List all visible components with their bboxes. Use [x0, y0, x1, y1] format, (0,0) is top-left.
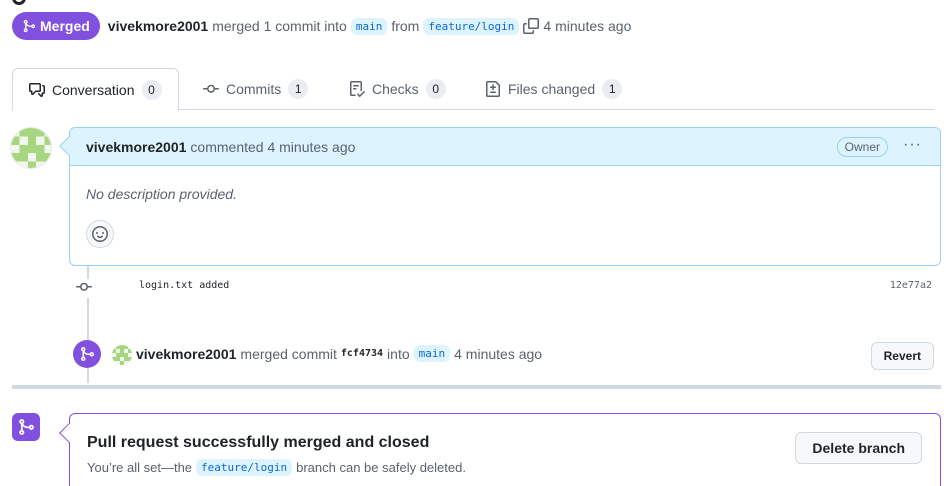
- avatar[interactable]: [10, 127, 52, 169]
- pr-tabs: Conversation 0 Commits 1 Checks 0 Files …: [12, 68, 934, 111]
- mini-avatar[interactable]: [112, 345, 132, 365]
- conversation-icon: [29, 82, 45, 97]
- tab-commits-count: 1: [288, 79, 309, 99]
- delete-branch-button[interactable]: Delete branch: [795, 432, 922, 464]
- tab-commits-label: Commits: [226, 81, 282, 97]
- comment-action: commented 4 minutes ago: [190, 138, 356, 155]
- checklist-icon: [350, 81, 365, 97]
- tab-commits[interactable]: Commits 1: [187, 68, 324, 110]
- git-merge-icon: [19, 419, 34, 435]
- merged-state-badge: Merged: [12, 12, 100, 40]
- merge-author-link[interactable]: vivekmore2001: [136, 346, 236, 362]
- git-merge-icon: [23, 19, 36, 33]
- identicon-image: [11, 128, 51, 168]
- merge-event-badge: [73, 340, 101, 368]
- tab-checks[interactable]: Checks 0: [333, 68, 462, 110]
- revert-button[interactable]: Revert: [870, 342, 934, 370]
- pr-author-link[interactable]: vivekmore2001: [108, 18, 208, 34]
- commit-icon: [76, 279, 92, 298]
- merge-time-ago: 4 minutes ago: [454, 345, 543, 362]
- merged-state-label: Merged: [40, 18, 90, 34]
- owner-badge: Owner: [836, 137, 888, 157]
- tab-checks-label: Checks: [372, 81, 419, 97]
- commit-icon: [203, 84, 219, 93]
- merge-event: vivekmore2001 merged commit fcf4734 into…: [73, 340, 934, 370]
- cut-off-heading-glyph: [12, 0, 26, 5]
- head-branch-label[interactable]: feature/login: [423, 17, 520, 35]
- pr-action-text: merged 1 commit into: [212, 18, 347, 34]
- tab-conversation[interactable]: Conversation 0: [12, 68, 179, 111]
- smiley-icon: [92, 226, 108, 242]
- merge-into-text: into: [387, 345, 410, 362]
- pr-time-ago: 4 minutes ago: [543, 18, 632, 34]
- pr-meta: vivekmore2001 merged 1 commit into main …: [108, 17, 632, 35]
- tab-conversation-count: 0: [141, 79, 162, 100]
- tab-conversation-label: Conversation: [52, 81, 135, 98]
- add-reaction-button[interactable]: [86, 220, 114, 248]
- tab-checks-count: 0: [425, 79, 446, 99]
- tab-files-changed-count: 1: [602, 79, 623, 99]
- merge-status-box: Pull request successfully merged and clo…: [59, 413, 941, 486]
- merge-status-subtitle: You’re all set—the feature/login branch …: [87, 459, 466, 476]
- comment-header: vivekmore2001 commented 4 minutes ago Ow…: [70, 128, 940, 166]
- git-merge-icon: [81, 347, 95, 361]
- timeline-divider: [12, 385, 941, 389]
- file-diff-icon: [486, 81, 500, 97]
- comment-body: No description provided.: [86, 186, 237, 202]
- commit-message-link[interactable]: login.txt added: [139, 280, 229, 291]
- from-text: from: [391, 18, 420, 34]
- merge-sub-suffix: branch can be safely deleted.: [296, 460, 466, 475]
- merge-event-text: vivekmore2001 merged commit fcf4734 into…: [136, 345, 542, 362]
- comment-author-link[interactable]: vivekmore2001: [86, 139, 186, 155]
- merge-commit-sha-link[interactable]: fcf4734: [341, 348, 383, 359]
- merge-box-caret: [59, 423, 79, 443]
- merge-sub-prefix: You’re all set—the: [87, 460, 193, 475]
- pr-header: Merged vivekmore2001 merged 1 commit int…: [12, 12, 631, 40]
- comment-box: vivekmore2001 commented 4 minutes ago Ow…: [59, 127, 941, 266]
- merge-head-branch-label[interactable]: feature/login: [196, 459, 293, 476]
- merge-base-branch-label[interactable]: main: [413, 345, 451, 362]
- merge-action: merged commit: [240, 345, 337, 362]
- tab-files-changed-label: Files changed: [508, 81, 596, 97]
- kebab-menu-icon[interactable]: ···: [903, 136, 922, 154]
- commit-sha-link[interactable]: 12e77a2: [890, 280, 932, 291]
- copy-icon[interactable]: [523, 18, 540, 34]
- merge-status-title: Pull request successfully merged and clo…: [87, 434, 430, 451]
- merge-status-icon: [12, 413, 40, 441]
- commit-row: login.txt added 12e77a2: [76, 277, 932, 298]
- tab-files-changed[interactable]: Files changed 1: [469, 68, 638, 110]
- base-branch-label[interactable]: main: [350, 17, 388, 35]
